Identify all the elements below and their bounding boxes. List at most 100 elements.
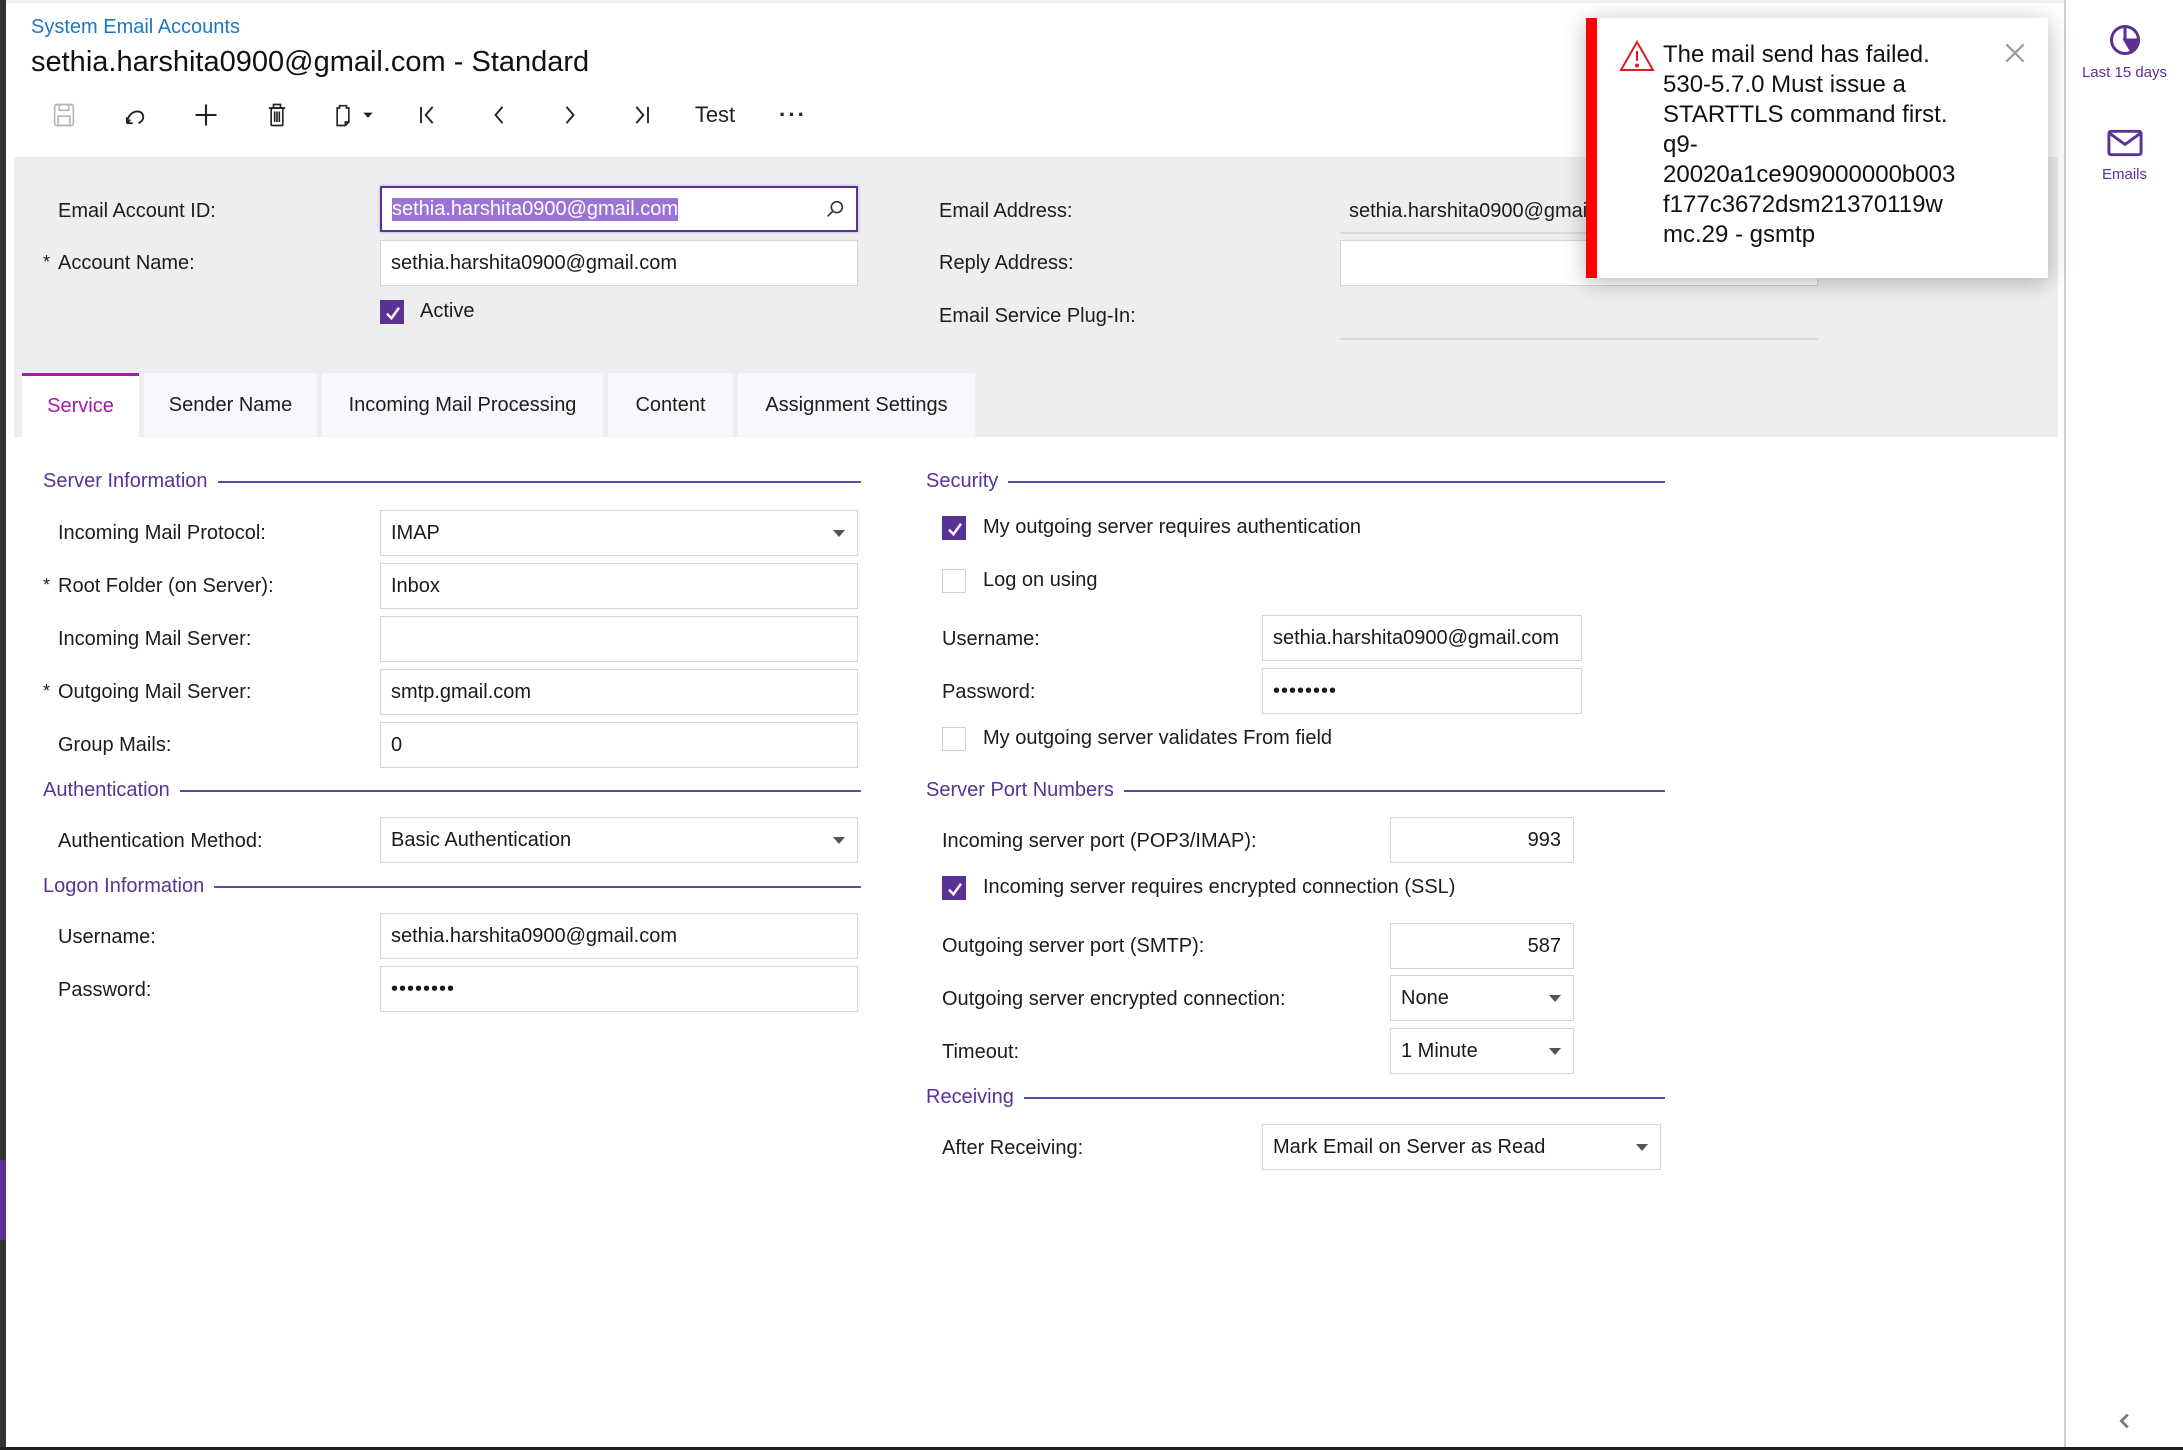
clipboard-icon bbox=[336, 104, 350, 127]
requires-authentication-label: My outgoing server requires authenticati… bbox=[983, 516, 1361, 538]
email-service-plugin-underline bbox=[1340, 338, 1818, 340]
after-receiving-label: After Receiving: bbox=[942, 1137, 1084, 1159]
incoming-mail-server-label: Incoming Mail Server: bbox=[58, 628, 252, 650]
incoming-mail-protocol-select[interactable]: IMAP bbox=[380, 510, 858, 556]
reply-address-label: Reply Address: bbox=[939, 252, 1074, 274]
last-15-days-button[interactable]: Last 15 days bbox=[2066, 22, 2183, 81]
last-record-icon bbox=[635, 106, 649, 124]
tab-content[interactable]: Content bbox=[608, 373, 733, 437]
outgoing-mail-server-input[interactable]: smtp.gmail.com bbox=[380, 669, 858, 715]
dropdown-arrow-icon bbox=[1549, 1048, 1561, 1055]
log-on-using-checkbox[interactable] bbox=[942, 569, 966, 593]
email-address-label: Email Address: bbox=[939, 200, 1073, 222]
error-toast: The mail send has failed. 530-5.7.0 Must… bbox=[1586, 18, 2048, 278]
requires-authentication-checkbox[interactable] bbox=[942, 516, 966, 540]
email-service-plugin-label: Email Service Plug-In: bbox=[939, 305, 1136, 327]
tab-assignment-settings[interactable]: Assignment Settings bbox=[738, 373, 975, 437]
dropdown-arrow-icon bbox=[833, 530, 845, 537]
incoming-mail-protocol-label: Incoming Mail Protocol: bbox=[58, 522, 266, 544]
first-record-icon bbox=[419, 106, 433, 124]
caret-down-icon bbox=[363, 112, 373, 118]
tab-incoming-mail-processing[interactable]: Incoming Mail Processing bbox=[322, 373, 603, 437]
delete-button[interactable] bbox=[241, 92, 312, 138]
authentication-method-label: Authentication Method: bbox=[58, 830, 263, 852]
security-password-label: Password: bbox=[942, 681, 1036, 703]
validates-from-checkbox[interactable] bbox=[942, 727, 966, 751]
email-account-id-input[interactable]: sethia.harshita0900@gmail.com bbox=[380, 186, 858, 232]
page-title: sethia.harshita0900@gmail.com - Standard bbox=[31, 46, 590, 78]
timeout-select[interactable]: 1 Minute bbox=[1390, 1028, 1574, 1074]
incoming-port-label: Incoming server port (POP3/IMAP): bbox=[942, 830, 1257, 852]
toast-message: The mail send has failed. 530-5.7.0 Must… bbox=[1663, 41, 1956, 248]
required-marker: * bbox=[43, 252, 51, 272]
account-name-label: * Account Name: bbox=[43, 252, 195, 274]
active-label: Active bbox=[420, 300, 475, 322]
incoming-port-input[interactable]: 993 bbox=[1390, 817, 1574, 863]
more-actions-button[interactable]: ··· bbox=[754, 92, 832, 138]
tab-service[interactable]: Service bbox=[22, 373, 139, 437]
section-server-port-numbers: Server Port Numbers bbox=[926, 779, 1665, 802]
outgoing-mail-server-label: * Outgoing Mail Server: bbox=[43, 681, 252, 703]
tab-sender-name[interactable]: Sender Name bbox=[144, 373, 317, 437]
pie-chart-icon bbox=[2109, 25, 2140, 55]
outgoing-encryption-label: Outgoing server encrypted connection: bbox=[942, 988, 1286, 1010]
checkmark-icon bbox=[386, 307, 400, 321]
breadcrumb[interactable]: System Email Accounts bbox=[31, 16, 240, 39]
emails-button[interactable]: Emails bbox=[2066, 126, 2183, 183]
left-nav-active-indicator bbox=[0, 1160, 6, 1240]
tab-bar: Service Sender Name Incoming Mail Proces… bbox=[22, 373, 980, 437]
first-record-button[interactable] bbox=[392, 92, 463, 138]
required-marker: * bbox=[43, 681, 51, 701]
plus-icon bbox=[195, 104, 216, 126]
section-logon-information: Logon Information bbox=[43, 875, 861, 898]
top-strip bbox=[6, 0, 2183, 3]
account-name-input[interactable]: sethia.harshita0900@gmail.com bbox=[380, 240, 858, 286]
active-checkbox[interactable] bbox=[380, 300, 404, 324]
root-folder-input[interactable]: Inbox bbox=[380, 563, 858, 609]
close-icon[interactable] bbox=[2002, 40, 2028, 66]
dropdown-arrow-icon bbox=[1549, 995, 1561, 1002]
section-receiving: Receiving bbox=[926, 1086, 1665, 1109]
undo-button[interactable] bbox=[99, 92, 170, 138]
previous-record-button[interactable] bbox=[463, 92, 534, 138]
after-receiving-select[interactable]: Mark Email on Server as Read bbox=[1262, 1124, 1661, 1170]
root-folder-label: * Root Folder (on Server): bbox=[43, 575, 274, 597]
dropdown-arrow-icon bbox=[1636, 1144, 1648, 1151]
dropdown-arrow-icon bbox=[833, 837, 845, 844]
outgoing-encryption-select[interactable]: None bbox=[1390, 975, 1574, 1021]
save-button[interactable] bbox=[28, 92, 99, 138]
test-button[interactable]: Test bbox=[676, 92, 754, 138]
save-icon bbox=[53, 103, 74, 127]
security-username-input[interactable]: sethia.harshita0900@gmail.com bbox=[1262, 615, 1582, 661]
last-record-button[interactable] bbox=[605, 92, 676, 138]
authentication-method-select[interactable]: Basic Authentication bbox=[380, 817, 858, 863]
outgoing-port-input[interactable]: 587 bbox=[1390, 923, 1574, 969]
more-icon: ··· bbox=[779, 102, 807, 127]
next-record-button[interactable] bbox=[534, 92, 605, 138]
email-account-id-label: Email Account ID: bbox=[58, 200, 216, 222]
toolbar: Test ··· bbox=[28, 92, 832, 138]
add-button[interactable] bbox=[170, 92, 241, 138]
security-password-input[interactable]: •••••••• bbox=[1262, 668, 1582, 714]
checkmark-icon bbox=[948, 883, 962, 897]
incoming-mail-server-input[interactable] bbox=[380, 616, 858, 662]
envelope-icon bbox=[2106, 129, 2143, 157]
checkmark-icon bbox=[948, 523, 962, 537]
undo-icon bbox=[125, 110, 144, 125]
ssl-checkbox[interactable] bbox=[942, 876, 966, 900]
logon-username-input[interactable]: sethia.harshita0900@gmail.com bbox=[380, 913, 858, 959]
group-mails-input[interactable]: 0 bbox=[380, 722, 858, 768]
clipboard-dropdown-button[interactable] bbox=[312, 92, 392, 138]
warning-icon bbox=[1619, 40, 1655, 71]
right-side-panel: Last 15 days Emails bbox=[2064, 0, 2183, 1447]
validates-from-label: My outgoing server validates From field bbox=[983, 727, 1333, 749]
required-marker: * bbox=[43, 575, 51, 595]
logon-password-input[interactable]: •••••••• bbox=[380, 966, 858, 1012]
search-icon[interactable] bbox=[824, 198, 846, 220]
security-username-label: Username: bbox=[942, 628, 1040, 650]
collapse-panel-chevron-icon[interactable] bbox=[2114, 1408, 2136, 1434]
section-security: Security bbox=[926, 470, 1665, 493]
chevron-left-icon bbox=[493, 106, 503, 124]
logon-username-label: Username: bbox=[58, 926, 156, 948]
trash-icon bbox=[268, 103, 285, 127]
